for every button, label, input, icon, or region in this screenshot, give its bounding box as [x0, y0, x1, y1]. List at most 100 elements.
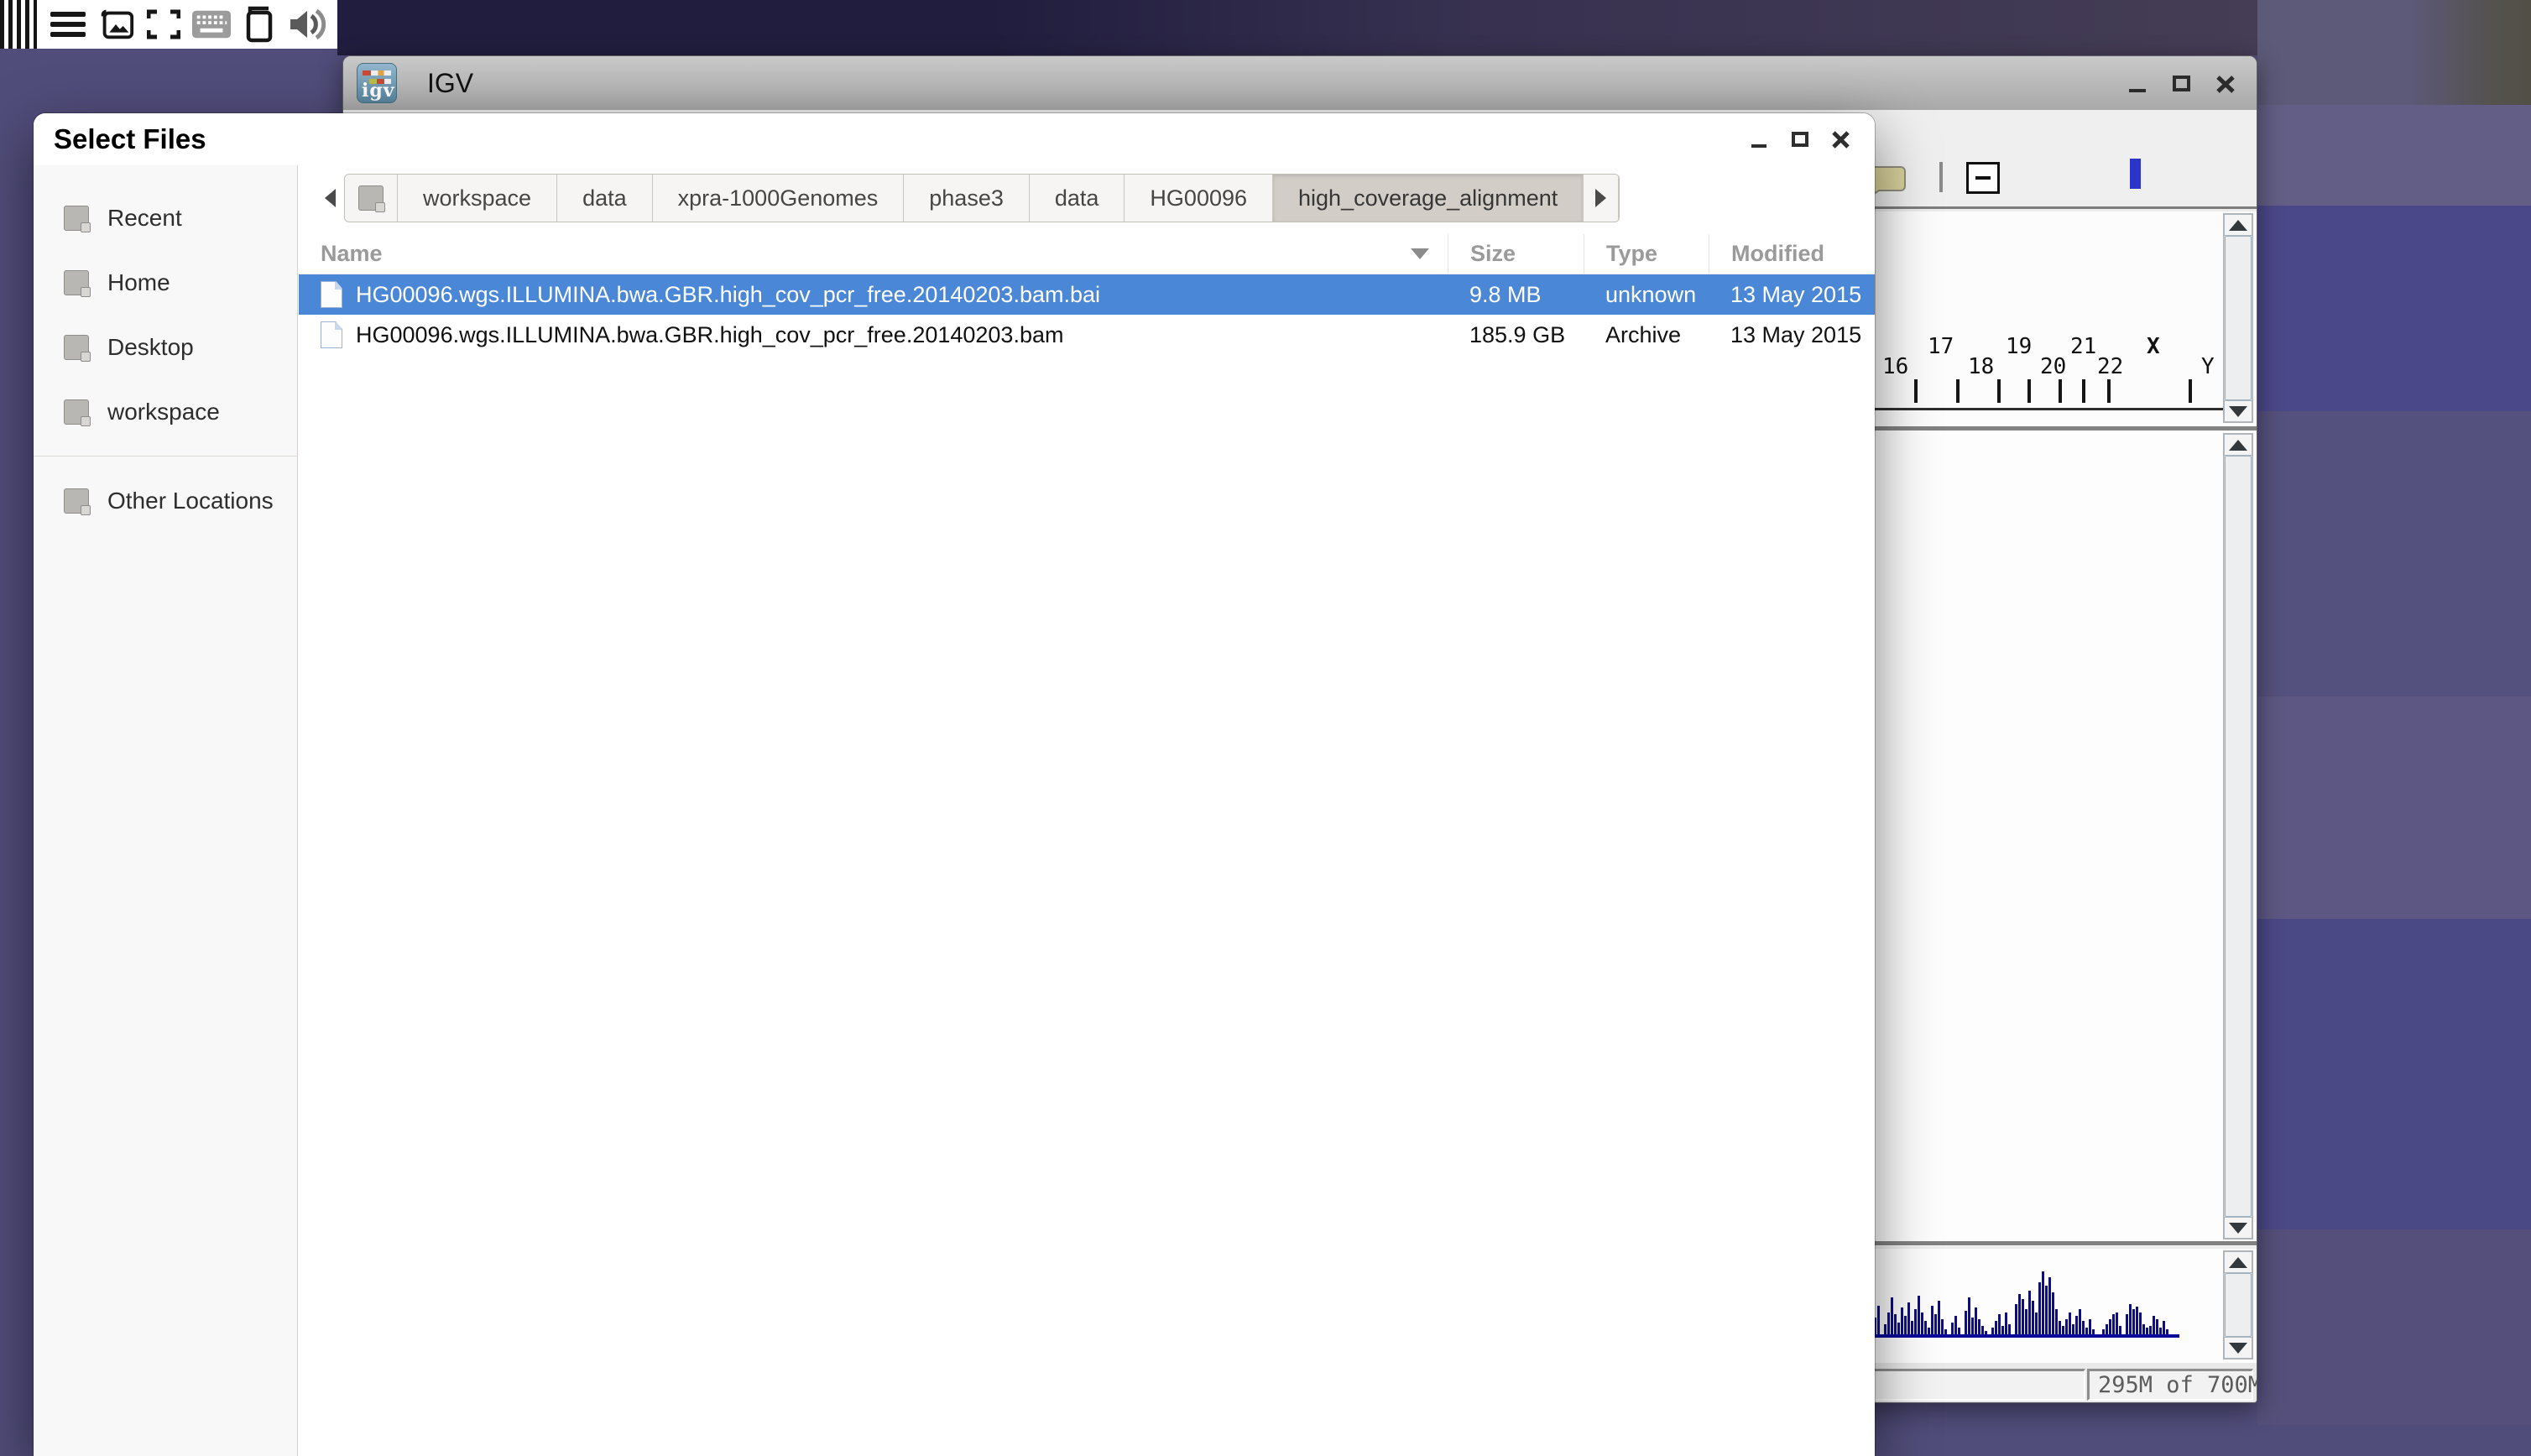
coverage-bar — [2022, 1299, 2024, 1334]
back-button[interactable] — [316, 174, 344, 222]
file-icon — [321, 281, 342, 308]
coverage-bar — [1995, 1321, 1997, 1334]
coverage-bar — [1991, 1328, 1994, 1334]
keyboard-icon[interactable] — [192, 5, 231, 44]
igv-maximize-button[interactable] — [2169, 70, 2194, 96]
screenshot-icon[interactable] — [97, 5, 135, 44]
grip-handle-icon[interactable] — [0, 0, 37, 49]
coverage-bar — [2028, 1291, 2031, 1334]
ruler-tick — [1956, 379, 1960, 403]
sidebar-item-workspace[interactable]: workspace — [34, 379, 297, 444]
coverage-bar — [2089, 1319, 2091, 1334]
ruler-ticks — [1874, 211, 2226, 413]
region-of-interest-icon[interactable] — [1966, 162, 2000, 194]
breadcrumb-phase3[interactable]: phase3 — [904, 175, 1030, 222]
igv-titlebar[interactable]: igv IGV — [343, 56, 2257, 110]
scroll-track[interactable] — [2224, 236, 2252, 400]
coverage-scrollbar[interactable] — [2223, 1250, 2253, 1359]
coverage-bar — [2142, 1324, 2145, 1334]
coverage-bar — [1985, 1331, 1987, 1334]
sidebar-item-label: workspace — [107, 399, 220, 425]
data-panel-scrollbar[interactable] — [2223, 433, 2253, 1239]
coverage-bar — [1998, 1314, 2001, 1334]
desktop-band-right-4 — [2257, 411, 2531, 697]
scroll-up-button[interactable] — [2224, 214, 2252, 236]
file-modified: 13 May 2015 — [1709, 322, 1875, 348]
scroll-up-button[interactable] — [2224, 434, 2252, 456]
breadcrumb-xpra-1000genomes[interactable]: xpra-1000Genomes — [653, 175, 905, 222]
coverage-bar — [1934, 1314, 1937, 1334]
file-type: unknown — [1584, 282, 1709, 308]
forward-button[interactable] — [1584, 175, 1619, 222]
coverage-bar — [2072, 1324, 2074, 1334]
breadcrumb-high_coverage_alignment[interactable]: high_coverage_alignment — [1273, 175, 1584, 222]
menu-icon[interactable] — [49, 5, 87, 44]
breadcrumb-data[interactable]: data — [1030, 175, 1125, 222]
place-icon — [64, 488, 89, 514]
coverage-bar — [2116, 1312, 2118, 1334]
coverage-bar — [2106, 1324, 2108, 1334]
coverage-bar — [2045, 1286, 2048, 1334]
sidebar-item-label: Recent — [107, 205, 182, 232]
ruler-scrollbar[interactable] — [2223, 213, 2253, 423]
desktop-band-right-7 — [2257, 1229, 2531, 1425]
file-type: Archive — [1584, 322, 1709, 348]
ruler-tick — [2027, 379, 2031, 403]
dialog-close-button[interactable] — [1829, 128, 1853, 151]
ruler-tick — [2189, 379, 2192, 403]
dialog-titlebar[interactable]: Select Files — [34, 113, 1875, 165]
coverage-bar — [2005, 1312, 2007, 1334]
column-header-modified[interactable]: Modified — [1709, 234, 1875, 274]
desktop-band-right-top — [2257, 0, 2531, 105]
sidebar-item-home[interactable]: Home — [34, 250, 297, 315]
sidebar-item-label: Desktop — [107, 334, 194, 361]
place-icon — [64, 399, 89, 425]
file-icon — [321, 321, 342, 348]
sidebar-item-desktop[interactable]: Desktop — [34, 315, 297, 379]
sidebar-separator — [34, 456, 297, 457]
dialog-minimize-button[interactable] — [1749, 128, 1772, 151]
column-header-name[interactable]: Name — [299, 234, 1448, 274]
scroll-down-button[interactable] — [2224, 400, 2252, 422]
volume-icon[interactable] — [288, 5, 326, 44]
column-header-size[interactable]: Size — [1448, 234, 1584, 274]
dialog-maximize-button[interactable] — [1789, 128, 1813, 151]
sidebar-list: Recent Home Desktop workspace Other Location… — [34, 165, 297, 533]
tray-toolbar — [0, 0, 337, 49]
column-header-type[interactable]: Type — [1584, 234, 1709, 274]
coverage-bar — [1894, 1314, 1897, 1334]
coverage-bar — [2038, 1282, 2041, 1334]
fullscreen-icon[interactable] — [144, 5, 183, 44]
sidebar-item-other-locations[interactable]: Other Locations — [34, 468, 297, 533]
scroll-track[interactable] — [2224, 456, 2252, 1217]
coverage-bar — [1941, 1319, 1944, 1334]
copy-icon[interactable] — [240, 5, 279, 44]
coverage-bar — [1968, 1297, 1970, 1334]
scroll-down-button[interactable] — [2224, 1337, 2252, 1359]
coverage-bar — [2065, 1319, 2068, 1334]
coverage-bar — [1965, 1311, 1967, 1334]
igv-close-button[interactable] — [2213, 70, 2238, 96]
coverage-bar — [2082, 1321, 2085, 1334]
coverage-bar — [1918, 1296, 1920, 1334]
igv-minimize-button[interactable] — [2126, 70, 2151, 96]
desktop-band-right-3 — [2257, 206, 2531, 411]
scroll-up-button[interactable] — [2224, 1251, 2252, 1273]
coverage-bar — [2015, 1304, 2017, 1334]
root-drive-button[interactable] — [345, 175, 398, 222]
coverage-bar — [2109, 1319, 2111, 1334]
ruler-tick — [2082, 379, 2085, 403]
coverage-bar — [1911, 1321, 1913, 1334]
scroll-down-button[interactable] — [2224, 1217, 2252, 1239]
sidebar-item-recent[interactable]: Recent — [34, 185, 297, 250]
ruler-tick — [2059, 379, 2062, 403]
place-icon — [64, 270, 89, 295]
file-row[interactable]: HG00096.wgs.ILLUMINA.bwa.GBR.high_cov_pc… — [299, 315, 1875, 355]
cursor-tool-icon[interactable] — [2130, 159, 2141, 189]
coverage-bar — [1924, 1321, 1927, 1334]
file-row[interactable]: HG00096.wgs.ILLUMINA.bwa.GBR.high_cov_pc… — [299, 274, 1875, 315]
breadcrumb-hg00096[interactable]: HG00096 — [1125, 175, 1273, 222]
breadcrumb-data[interactable]: data — [557, 175, 653, 222]
breadcrumb-workspace[interactable]: workspace — [398, 175, 557, 222]
scroll-track[interactable] — [2224, 1273, 2252, 1337]
